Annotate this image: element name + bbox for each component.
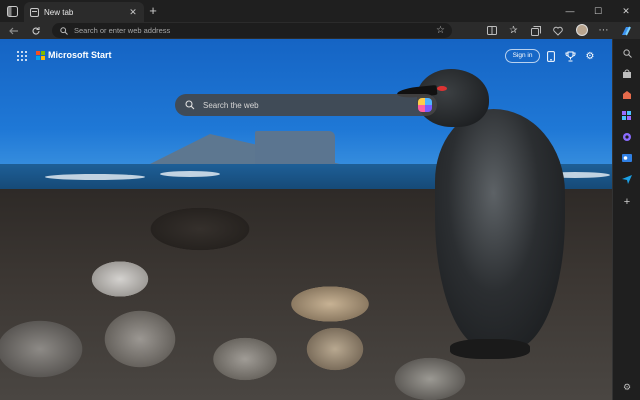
- copilot-search-icon[interactable]: [418, 98, 432, 112]
- refresh-button[interactable]: [28, 23, 43, 38]
- gear-icon: ⚙: [585, 50, 595, 62]
- web-search-box[interactable]: Search the web: [175, 94, 437, 116]
- sidebar-shopping-button[interactable]: [619, 66, 635, 82]
- copilot-icon: [622, 26, 631, 35]
- tab-actions-button[interactable]: [4, 3, 20, 19]
- mobile-app-button[interactable]: [544, 49, 558, 63]
- search-icon: [622, 48, 632, 58]
- phone-icon: [547, 50, 555, 62]
- sidebar-add-button[interactable]: +: [619, 194, 635, 210]
- split-screen-button[interactable]: [484, 23, 499, 38]
- split-screen-icon: [486, 26, 497, 35]
- browser-essentials-button[interactable]: [550, 23, 565, 38]
- favorites-star-icon: ✰: [509, 25, 518, 36]
- address-bar[interactable]: Search or enter web address: [52, 23, 452, 38]
- more-menu-button[interactable]: ⋯: [596, 23, 611, 38]
- sidebar-shopping-tag-button[interactable]: [619, 87, 635, 103]
- shopping-bag-icon: [623, 69, 631, 78]
- penguin-feet: [450, 339, 530, 359]
- page-settings-button[interactable]: ⚙: [583, 49, 597, 63]
- favorites-button[interactable]: ✰: [506, 23, 521, 38]
- new-tab-favicon-icon: [30, 7, 39, 17]
- games-icon: [623, 133, 631, 141]
- new-tab-button[interactable]: +: [146, 4, 160, 18]
- collections-button[interactable]: [528, 23, 543, 38]
- tab-new-tab[interactable]: New tab ✕: [24, 2, 144, 22]
- tab-actions-icon: [6, 5, 18, 17]
- minimize-button[interactable]: —: [556, 0, 584, 22]
- tab-label: New tab: [44, 7, 74, 17]
- new-tab-page: Microsoft Start Sign in ⚙ Search the web: [0, 39, 612, 400]
- back-button[interactable]: [6, 23, 21, 38]
- back-arrow-icon: [8, 27, 18, 34]
- send-icon: [622, 175, 632, 184]
- search-placeholder: Search the web: [203, 100, 259, 110]
- sidebar-drop-button[interactable]: [619, 171, 635, 187]
- star-icon: ☆: [436, 25, 445, 36]
- title-bar: New tab ✕ + — ☐ ✕: [0, 0, 640, 22]
- background-penguin: [395, 69, 595, 389]
- more-dots-icon: ⋯: [598, 25, 609, 36]
- maximize-button[interactable]: ☐: [584, 0, 612, 22]
- heart-pulse-icon: [552, 26, 563, 36]
- close-window-button[interactable]: ✕: [612, 0, 640, 22]
- copilot-button[interactable]: [616, 22, 636, 39]
- apps-launcher-button[interactable]: [17, 51, 27, 61]
- penguin-body: [435, 109, 565, 349]
- microsoft-logo: [36, 51, 45, 60]
- wave-foam: [160, 171, 220, 177]
- rewards-button[interactable]: [563, 49, 577, 63]
- search-icon: [60, 26, 68, 35]
- sidebar-tools-button[interactable]: [619, 108, 635, 124]
- tab-close-icon[interactable]: ✕: [128, 7, 138, 17]
- edge-sidebar: + ⚙: [612, 39, 640, 400]
- sidebar-games-button[interactable]: [619, 129, 635, 145]
- shopping-icon: [623, 91, 631, 99]
- sidebar-settings-button[interactable]: ⚙: [619, 379, 635, 395]
- trophy-icon: [565, 51, 575, 61]
- profile-avatar[interactable]: [576, 24, 588, 36]
- sidebar-outlook-button[interactable]: [619, 150, 635, 166]
- tools-icon: [622, 111, 631, 120]
- gear-icon: ⚙: [622, 381, 632, 392]
- refresh-icon: [31, 26, 40, 35]
- sidebar-search-button[interactable]: [619, 45, 635, 61]
- favorite-star-button[interactable]: ☆: [433, 23, 448, 38]
- background-table-mountain: [255, 131, 335, 164]
- brand-title[interactable]: Microsoft Start: [48, 50, 112, 60]
- penguin-eye: [437, 86, 447, 91]
- outlook-icon: [622, 154, 632, 162]
- collections-icon: [530, 25, 541, 36]
- address-placeholder: Search or enter web address: [74, 26, 171, 35]
- wave-foam: [45, 174, 145, 180]
- toolbar: Search or enter web address ☆ ✰ ⋯: [0, 22, 640, 39]
- signin-button[interactable]: Sign in: [505, 49, 540, 63]
- search-icon: [185, 100, 195, 110]
